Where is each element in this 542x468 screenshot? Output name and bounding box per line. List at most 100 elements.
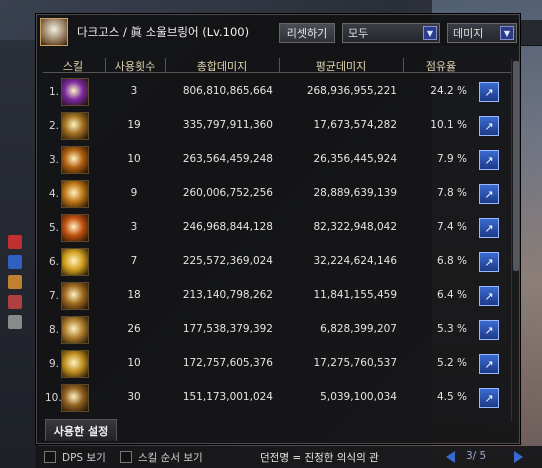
table-header: 스킬 사용횟수 총합데미지 평균데미지 점유율 — [43, 57, 511, 73]
total-damage: 151,173,001,024 — [182, 391, 273, 403]
skill-star-burst-icon — [61, 248, 89, 276]
left-side-panel — [0, 40, 38, 468]
table-row[interactable]: 7. 18 213,140,798,262 11,841,155,459 6.4 % ↗ — [43, 281, 511, 312]
detail-popout-icon[interactable]: ↗ — [479, 218, 499, 238]
uses-count: 3 — [130, 85, 138, 97]
detail-popout-icon[interactable]: ↗ — [479, 320, 499, 340]
skill-arc-slash-icon — [61, 180, 89, 208]
skill-order-label: 스킬 순서 보기 — [138, 452, 203, 464]
average-damage: 17,275,760,537 — [313, 357, 398, 369]
column-header-share[interactable]: 점유율 — [405, 58, 477, 74]
skill-fire-blade-icon — [61, 214, 89, 242]
detail-popout-icon[interactable]: ↗ — [479, 286, 499, 306]
average-damage: 268,936,955,221 — [306, 85, 397, 97]
uses-count: 18 — [127, 289, 141, 301]
uses-count: 3 — [130, 221, 138, 233]
column-divider — [279, 58, 280, 72]
skill-blade-rush-icon — [61, 350, 89, 378]
filter-select[interactable]: 모두 ▼ — [342, 23, 440, 43]
table-row[interactable]: 6. 7 225,572,369,024 32,224,624,146 6.8 % ↗ — [43, 247, 511, 278]
dungeon-name: 던전명 = 진정한 의식의 관 — [260, 452, 379, 464]
average-damage: 11,841,155,459 — [313, 289, 398, 301]
damage-share: 10.1 % — [430, 119, 467, 131]
table-row[interactable]: 3. 10 263,564,459,248 26,356,445,924 7.9 % ↗ — [43, 145, 511, 176]
total-damage: 260,006,752,256 — [182, 187, 273, 199]
row-rank: 7. — [48, 290, 59, 302]
detail-popout-icon[interactable]: ↗ — [479, 388, 499, 408]
skill-purple-burst-icon — [61, 78, 89, 106]
table-row[interactable]: 4. 9 260,006,752,256 28,889,639,139 7.8 % ↗ — [43, 179, 511, 210]
table-row[interactable]: 2. 19 335,797,911,360 17,673,574,282 10.1 % ↗ — [43, 111, 511, 142]
uses-count: 30 — [127, 391, 141, 403]
row-rank: 6. — [48, 256, 59, 268]
skill-spear-dash-icon — [61, 316, 89, 344]
damage-share: 6.4 % — [436, 289, 467, 301]
table-row[interactable]: 8. 26 177,538,379,392 6,828,399,207 5.3 % ↗ — [43, 315, 511, 346]
row-rank: 4. — [48, 188, 59, 200]
chevron-down-icon[interactable]: ▼ — [500, 26, 514, 40]
row-rank: 1. — [48, 86, 59, 98]
detail-popout-icon[interactable]: ↗ — [479, 150, 499, 170]
dps-checkbox[interactable] — [44, 451, 56, 463]
column-divider — [165, 58, 166, 72]
total-damage: 263,564,459,248 — [182, 153, 273, 165]
uses-count: 19 — [127, 119, 141, 131]
average-damage: 28,889,639,139 — [313, 187, 398, 199]
detail-popout-icon[interactable]: ↗ — [479, 82, 499, 102]
skill-gold-swirl-icon — [61, 112, 89, 140]
row-rank: 9. — [48, 358, 59, 370]
column-header-avg-damage[interactable]: 평균데미지 — [281, 58, 401, 74]
column-header-uses[interactable]: 사용횟수 — [107, 58, 163, 74]
average-damage: 6,828,399,207 — [320, 323, 397, 335]
table-row[interactable]: 10. 30 151,173,001,024 5,039,100,034 4.5 % ↗ — [43, 383, 511, 414]
damage-stats-window: 다크고스 / 眞 소울브링어 (Lv.100) 리셋하기 모두 ▼ 데미지 ▼ … — [36, 14, 520, 444]
detail-popout-icon[interactable]: ↗ — [479, 354, 499, 374]
metric-select[interactable]: 데미지 ▼ — [447, 23, 517, 43]
average-damage: 32,224,624,146 — [313, 255, 398, 267]
row-rank: 8. — [48, 324, 59, 336]
damage-share: 7.4 % — [436, 221, 467, 233]
skill-order-checkbox[interactable] — [120, 451, 132, 463]
chevron-down-icon[interactable]: ▼ — [423, 26, 437, 40]
window-title-bar: 다크고스 / 眞 소울브링어 (Lv.100) — [37, 15, 277, 53]
next-page-arrow-icon[interactable] — [514, 451, 523, 463]
table-row[interactable]: 5. 3 246,968,844,128 82,322,948,042 7.4 % ↗ — [43, 213, 511, 244]
detail-popout-icon[interactable]: ↗ — [479, 116, 499, 136]
column-header-skill[interactable]: 스킬 — [53, 58, 93, 74]
bottom-options-bar: DPS 보기 스킬 순서 보기 던전명 = 진정한 의식의 관 3/ 5 — [36, 446, 542, 468]
total-damage: 335,797,911,360 — [182, 119, 273, 131]
used-settings-tab[interactable]: 사용한 설정 — [45, 419, 117, 441]
total-damage: 225,572,369,024 — [182, 255, 273, 267]
target-icon — [8, 295, 22, 309]
damage-share: 7.8 % — [436, 187, 467, 199]
damage-share: 6.8 % — [436, 255, 467, 267]
detail-popout-icon[interactable]: ↗ — [479, 252, 499, 272]
column-divider — [403, 58, 404, 72]
total-damage: 806,810,865,664 — [182, 85, 273, 97]
table-row[interactable]: 1. 3 806,810,865,664 268,936,955,221 24.2 % ↗ — [43, 77, 511, 108]
heart-icon — [8, 235, 22, 249]
dps-label: DPS 보기 — [62, 452, 106, 464]
table-scrollbar[interactable] — [511, 59, 519, 421]
reset-button[interactable]: 리셋하기 — [279, 23, 335, 43]
detail-popout-icon[interactable]: ↗ — [479, 184, 499, 204]
damage-share: 4.5 % — [436, 391, 467, 403]
row-rank: 5. — [48, 222, 59, 234]
table-row[interactable]: 9. 10 172,757,605,376 17,275,760,537 5.2 % ↗ — [43, 349, 511, 380]
average-damage: 5,039,100,034 — [320, 391, 397, 403]
damage-share: 5.3 % — [436, 323, 467, 335]
skill-cross-slash-icon — [61, 282, 89, 310]
skill-ring-slash-icon — [61, 384, 89, 412]
damage-share: 7.9 % — [436, 153, 467, 165]
average-damage: 82,322,948,042 — [313, 221, 398, 233]
uses-count: 7 — [130, 255, 138, 267]
scrollbar-thumb[interactable] — [513, 61, 519, 271]
column-divider — [105, 58, 106, 72]
average-damage: 26,356,445,924 — [313, 153, 398, 165]
prev-page-arrow-icon[interactable] — [446, 451, 455, 463]
row-rank: 3. — [48, 154, 59, 166]
uses-count: 9 — [130, 187, 138, 199]
column-header-total-damage[interactable]: 총합데미지 — [167, 58, 277, 74]
metric-select-value: 데미지 — [453, 27, 484, 40]
character-icon — [8, 275, 22, 289]
